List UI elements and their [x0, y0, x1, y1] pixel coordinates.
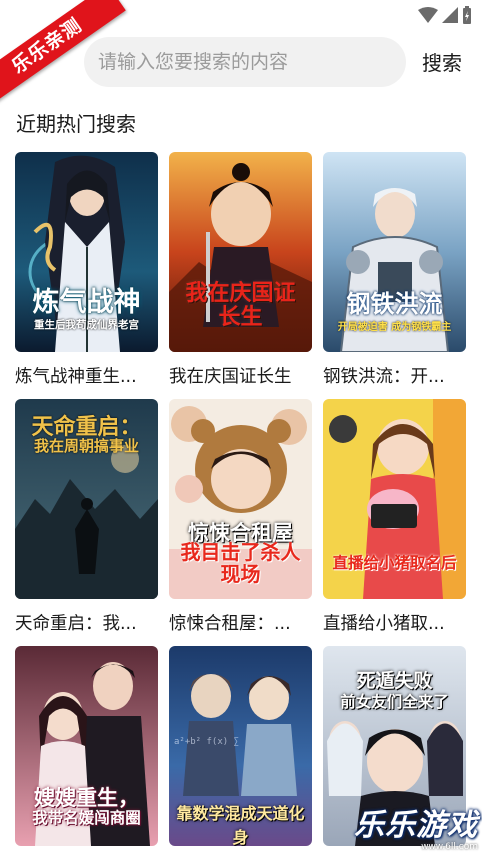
- watermark-logo: 乐乐游戏: [354, 808, 478, 843]
- book-cover[interactable]: 钢铁洪流 开局被迫害 成为钢铁霸主: [323, 152, 466, 352]
- battery-icon: [463, 6, 471, 24]
- book-cover[interactable]: 直播给小猪取名后: [323, 399, 466, 599]
- watermark: 乐乐游戏 www.6ll.com: [354, 800, 478, 852]
- book-card[interactable]: 天命重启： 我在周朝搞事业 天命重启：我...: [15, 399, 158, 635]
- corner-ribbon: 乐乐亲测: [0, 0, 130, 110]
- book-title[interactable]: 我在庆国证长生: [169, 363, 312, 388]
- cover-subtitle: 我在周朝搞事业: [33, 437, 139, 455]
- cover-title: 靠数学混成天道化身: [176, 804, 305, 846]
- cover-subtitle: 前女友们全来了: [340, 693, 449, 711]
- book-cover[interactable]: 我在庆国证长生: [169, 152, 312, 352]
- signal-icon: [442, 7, 458, 23]
- section-title: 近期热门搜索: [16, 112, 136, 136]
- book-title[interactable]: 钢铁洪流：开...: [323, 363, 466, 388]
- book-card[interactable]: 直播给小猪取名后 直播给小猪取...: [323, 399, 466, 635]
- cover-title: 我在庆国证长生: [185, 281, 296, 330]
- book-card[interactable]: 我在庆国证长生 我在庆国证长生: [169, 152, 312, 388]
- cover-subtitle: 我目击了杀人现场: [180, 540, 301, 586]
- wifi-icon: [418, 7, 438, 23]
- cover-title: 炼气战神: [32, 287, 141, 318]
- ribbon-label: 乐乐亲测: [0, 0, 126, 108]
- svg-text:a²+b² f(x) ∑: a²+b² f(x) ∑: [174, 737, 239, 747]
- search-box: [84, 37, 406, 87]
- search-input[interactable]: [84, 37, 406, 87]
- cover-title: 死遁失败: [356, 670, 433, 692]
- cover-title: 直播给小猪取名后: [332, 554, 457, 572]
- status-icons: [418, 6, 472, 24]
- cover-subtitle: 重生后我苟成仙界老宫: [34, 319, 139, 331]
- book-card[interactable]: 炼气战神 重生后我苟成仙界老宫 炼气战神重生...: [15, 152, 158, 388]
- book-card[interactable]: 惊悚合租屋 我目击了杀人现场 惊悚合租屋：...: [169, 399, 312, 635]
- book-card[interactable]: 钢铁洪流 开局被迫害 成为钢铁霸主 钢铁洪流：开...: [323, 152, 466, 388]
- book-card[interactable]: 嫂嫂重生， 我带名媛闯商圈: [15, 646, 158, 857]
- book-title[interactable]: 直播给小猪取...: [323, 610, 466, 635]
- search-button[interactable]: 搜索: [422, 47, 462, 76]
- book-card[interactable]: a²+b² f(x) ∑ 靠数学混成天道化身: [169, 646, 312, 857]
- book-cover[interactable]: a²+b² f(x) ∑ 靠数学混成天道化身: [169, 646, 312, 846]
- book-cover[interactable]: 天命重启： 我在周朝搞事业: [15, 399, 158, 599]
- book-cover[interactable]: 嫂嫂重生， 我带名媛闯商圈: [15, 646, 158, 846]
- cover-subtitle: 开局被迫害 成为钢铁霸主: [337, 322, 452, 333]
- book-title[interactable]: 惊悚合租屋：...: [169, 610, 312, 635]
- cover-title: 钢铁洪流: [346, 290, 443, 318]
- book-cover[interactable]: 惊悚合租屋 我目击了杀人现场: [169, 399, 312, 599]
- book-title[interactable]: 炼气战神重生...: [15, 363, 158, 388]
- book-cover[interactable]: 炼气战神 重生后我苟成仙界老宫: [15, 152, 158, 352]
- book-title[interactable]: 天命重启：我...: [15, 610, 158, 635]
- cover-subtitle: 我带名媛闯商圈: [32, 809, 141, 827]
